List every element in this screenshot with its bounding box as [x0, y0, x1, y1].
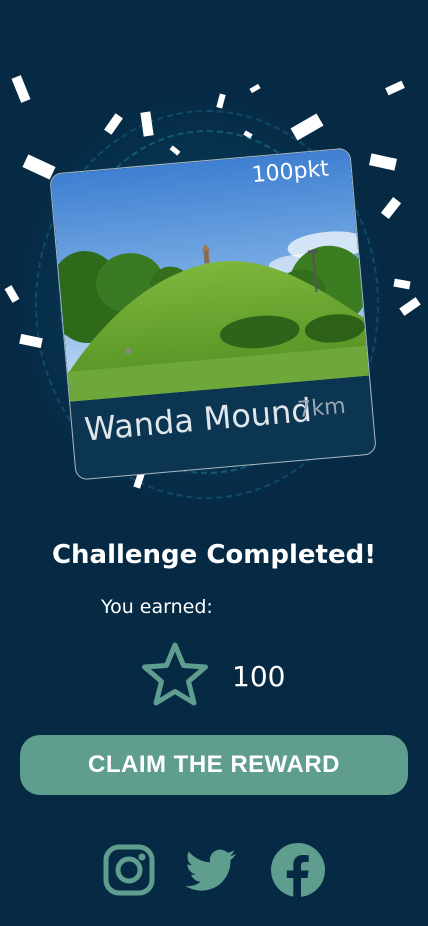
landmark-photo [50, 148, 369, 402]
confetti-piece [11, 75, 31, 103]
twitter-icon[interactable] [183, 842, 239, 898]
challenge-card: 100pkt Wanda Mound 7km [49, 147, 377, 481]
landmark-name: Wanda Mound [82, 390, 314, 449]
earned-label: You earned: [101, 596, 213, 618]
confetti-piece [399, 297, 421, 316]
confetti-piece [385, 80, 405, 96]
claim-reward-button[interactable]: CLAIM THE REWARD [20, 735, 408, 795]
confetti-piece [380, 197, 402, 219]
instagram-icon[interactable] [101, 842, 157, 898]
completion-title: Challenge Completed! [51, 540, 377, 570]
confetti-piece [393, 278, 411, 290]
star-icon [142, 642, 208, 706]
distance-label: 7km [296, 393, 347, 423]
confetti-piece [249, 83, 261, 94]
facebook-icon[interactable] [270, 842, 326, 898]
confetti-piece [369, 153, 397, 171]
reward-value: 100 [232, 660, 286, 693]
